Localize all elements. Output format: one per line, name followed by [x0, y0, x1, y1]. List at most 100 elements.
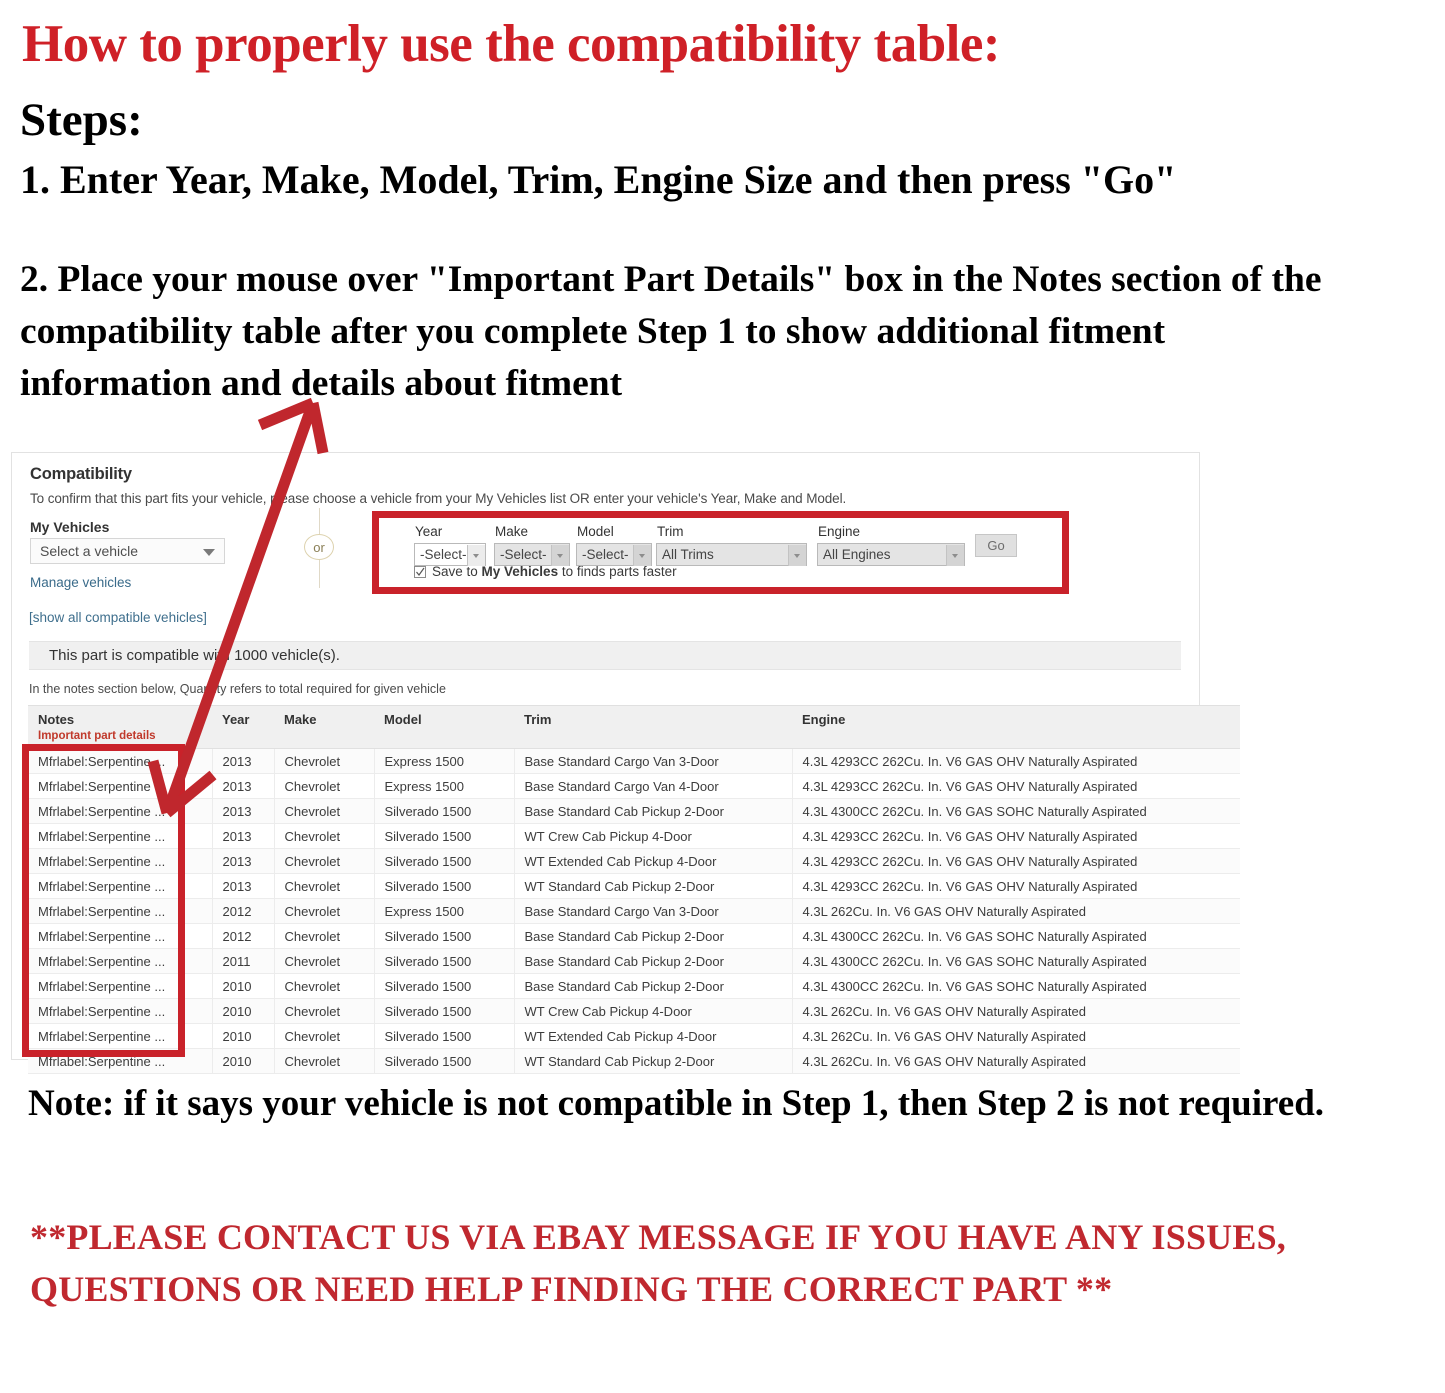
cell-engine: 4.3L 4293CC 262Cu. In. V6 GAS OHV Natura… [792, 773, 1240, 799]
cell-year: 2013 [212, 848, 275, 874]
cell-trim: WT Extended Cab Pickup 4-Door [514, 848, 793, 874]
header-trim: Trim [514, 705, 792, 749]
cell-make: Chevrolet [274, 848, 375, 874]
table-row: Mfrlabel:Serpentine ... 2013 Chevrolet Silv… [28, 848, 1240, 874]
cell-make: Chevrolet [274, 773, 375, 799]
cell-engine: 4.3L 262Cu. In. V6 GAS OHV Naturally Asp… [792, 998, 1240, 1024]
chevron-down-icon [203, 549, 215, 556]
cell-engine: 4.3L 262Cu. In. V6 GAS OHV Naturally Asp… [792, 1023, 1240, 1049]
cell-make: Chevrolet [274, 1048, 375, 1074]
cell-model: Silverado 1500 [374, 798, 515, 824]
cell-trim: Base Standard Cargo Van 3-Door [514, 748, 793, 774]
cell-model: Silverado 1500 [374, 1023, 515, 1049]
cell-notes[interactable]: Mfrlabel:Serpentine ... [28, 948, 213, 974]
page-title: How to properly use the compatibility ta… [22, 15, 1001, 73]
cell-model: Silverado 1500 [374, 948, 515, 974]
cell-notes[interactable]: Mfrlabel:Serpentine ... [28, 898, 213, 924]
manage-vehicles-link[interactable]: Manage vehicles [30, 575, 131, 590]
vehicle-select-dropdown[interactable]: Select a vehicle [30, 538, 225, 564]
cell-notes[interactable]: Mfrlabel:Serpentine ... [28, 848, 213, 874]
table-row: Mfrlabel:Serpentine ... 2012 Chevrolet Expr… [28, 898, 1240, 924]
cell-trim: Base Standard Cab Pickup 2-Door [514, 973, 793, 999]
cell-year: 2011 [212, 948, 275, 974]
note-text: Note: if it says your vehicle is not com… [28, 1083, 1325, 1124]
cell-year: 2012 [212, 923, 275, 949]
cell-engine: 4.3L 4293CC 262Cu. In. V6 GAS OHV Natura… [792, 748, 1240, 774]
table-row: Mfrlabel:Serpentine ... 2010 Chevrolet Silv… [28, 1023, 1240, 1049]
cell-notes[interactable]: Mfrlabel:Serpentine ... [28, 748, 213, 774]
cell-engine: 4.3L 4300CC 262Cu. In. V6 GAS SOHC Natur… [792, 973, 1240, 999]
or-divider-label: or [304, 534, 334, 560]
header-notes: Notes Important part details [28, 705, 212, 749]
vehicle-select-value: Select a vehicle [40, 543, 139, 559]
table-row: Mfrlabel:Serpentine ... 2010 Chevrolet Silv… [28, 1048, 1240, 1074]
cell-year: 2010 [212, 1048, 275, 1074]
table-row: Mfrlabel:Serpentine ... 2012 Chevrolet Silv… [28, 923, 1240, 949]
cell-year: 2013 [212, 823, 275, 849]
cell-trim: Base Standard Cargo Van 4-Door [514, 773, 793, 799]
cell-make: Chevrolet [274, 798, 375, 824]
compatible-count-text: This part is compatible with 1000 vehicl… [49, 647, 340, 664]
table-row: Mfrlabel:Serpentine ... 2013 Chevrolet Silv… [28, 873, 1240, 899]
red-highlight-box-form [372, 511, 1069, 594]
cell-engine: 4.3L 4293CC 262Cu. In. V6 GAS OHV Natura… [792, 823, 1240, 849]
cell-model: Express 1500 [374, 773, 515, 799]
cell-model: Silverado 1500 [374, 998, 515, 1024]
cell-engine: 4.3L 4293CC 262Cu. In. V6 GAS OHV Natura… [792, 873, 1240, 899]
header-year: Year [212, 705, 274, 749]
cell-model: Silverado 1500 [374, 1048, 515, 1074]
cell-trim: Base Standard Cab Pickup 2-Door [514, 923, 793, 949]
table-row: Mfrlabel:Serpentine ... 2013 Chevrolet Expr… [28, 773, 1240, 799]
cell-trim: WT Standard Cab Pickup 2-Door [514, 1048, 793, 1074]
cell-engine: 4.3L 4300CC 262Cu. In. V6 GAS SOHC Natur… [792, 948, 1240, 974]
table-row: Mfrlabel:Serpentine ... 2011 Chevrolet Silv… [28, 948, 1240, 974]
cell-engine: 4.3L 262Cu. In. V6 GAS OHV Naturally Asp… [792, 898, 1240, 924]
cell-year: 2013 [212, 798, 275, 824]
cell-model: Silverado 1500 [374, 823, 515, 849]
cell-year: 2010 [212, 973, 275, 999]
table-row: Mfrlabel:Serpentine ... 2013 Chevrolet Silv… [28, 823, 1240, 849]
cell-trim: Base Standard Cab Pickup 2-Door [514, 798, 793, 824]
header-model: Model [374, 705, 514, 749]
cell-trim: WT Crew Cab Pickup 4-Door [514, 998, 793, 1024]
cell-year: 2013 [212, 873, 275, 899]
cell-notes[interactable]: Mfrlabel:Serpentine ... [28, 873, 213, 899]
cell-trim: WT Extended Cab Pickup 4-Door [514, 1023, 793, 1049]
cell-notes[interactable]: Mfrlabel:Serpentine ... [28, 998, 213, 1024]
cell-notes[interactable]: Mfrlabel:Serpentine ... [28, 1048, 213, 1074]
header-engine: Engine [792, 705, 1240, 749]
cell-make: Chevrolet [274, 1023, 375, 1049]
table-row: Mfrlabel:Serpentine ... 2013 Chevrolet Silv… [28, 798, 1240, 824]
compatibility-subtitle: To confirm that this part fits your vehi… [30, 491, 847, 506]
cell-make: Chevrolet [274, 998, 375, 1024]
step-1-text: 1. Enter Year, Make, Model, Trim, Engine… [20, 157, 1177, 202]
cell-notes[interactable]: Mfrlabel:Serpentine ... [28, 973, 213, 999]
my-vehicles-label: My Vehicles [30, 519, 110, 535]
cell-model: Express 1500 [374, 898, 515, 924]
cell-make: Chevrolet [274, 898, 375, 924]
show-all-compatible-vehicles-link[interactable]: [show all compatible vehicles] [29, 610, 207, 625]
cell-notes[interactable]: Mfrlabel:Serpentine ... [28, 773, 213, 799]
compatible-count-banner: This part is compatible with 1000 vehicl… [29, 641, 1181, 670]
compatibility-heading: Compatibility [30, 465, 132, 483]
cell-trim: Base Standard Cargo Van 3-Door [514, 898, 793, 924]
header-notes-label: Notes [38, 712, 75, 727]
header-make: Make [274, 705, 374, 749]
cell-make: Chevrolet [274, 948, 375, 974]
contact-us-text: **PLEASE CONTACT US VIA EBAY MESSAGE IF … [30, 1217, 1287, 1309]
table-header-row: Notes Important part details Year Make M… [28, 705, 1240, 749]
cell-notes[interactable]: Mfrlabel:Serpentine ... [28, 798, 213, 824]
cell-engine: 4.3L 4300CC 262Cu. In. V6 GAS SOHC Natur… [792, 923, 1240, 949]
cell-notes[interactable]: Mfrlabel:Serpentine ... [28, 923, 213, 949]
cell-year: 2010 [212, 998, 275, 1024]
table-row: Mfrlabel:Serpentine ... 2010 Chevrolet Silv… [28, 973, 1240, 999]
cell-make: Chevrolet [274, 873, 375, 899]
fitment-table-body: Mfrlabel:Serpentine ... 2013 Chevrolet Expr… [28, 748, 1240, 1074]
cell-model: Silverado 1500 [374, 973, 515, 999]
cell-notes[interactable]: Mfrlabel:Serpentine ... [28, 1023, 213, 1049]
cell-notes[interactable]: Mfrlabel:Serpentine ... [28, 823, 213, 849]
fitment-table: Notes Important part details Year Make M… [28, 705, 1240, 1074]
cell-engine: 4.3L 4300CC 262Cu. In. V6 GAS SOHC Natur… [792, 798, 1240, 824]
cell-trim: WT Standard Cab Pickup 2-Door [514, 873, 793, 899]
cell-model: Silverado 1500 [374, 923, 515, 949]
